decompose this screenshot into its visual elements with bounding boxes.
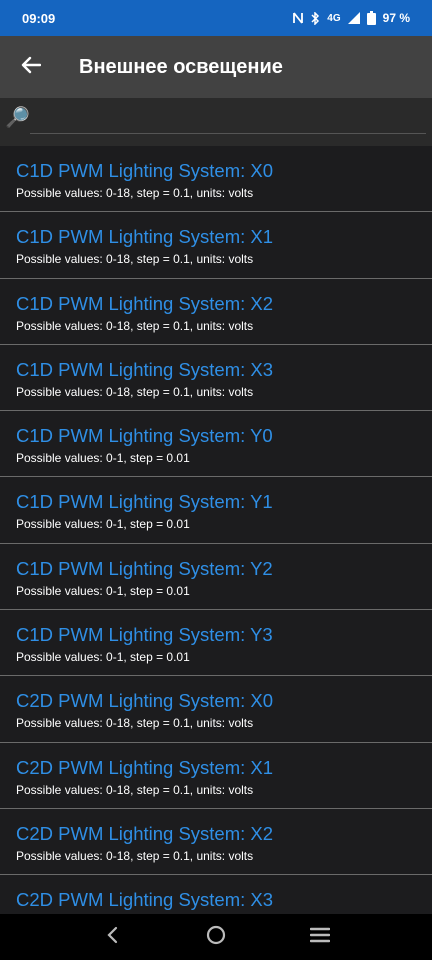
- list-item-title: C1D PWM Lighting System: X0: [16, 160, 274, 181]
- list-item-subtitle: Possible values: 0-18, step = 0.1, units…: [16, 848, 254, 863]
- list-item-subtitle: Possible values: 0-1, step = 0.01: [16, 650, 190, 665]
- list-item-subtitle: Possible values: 0-1, step = 0.01: [16, 583, 190, 598]
- battery-icon: [366, 11, 376, 25]
- battery-percent: 97 %: [382, 11, 410, 25]
- list-item-subtitle: Possible values: 0-18, step = 0.1, units…: [16, 318, 254, 333]
- chevron-left-icon: [106, 926, 118, 949]
- list-item-subtitle: Possible values: 0-1, step = 0.01: [16, 451, 190, 466]
- list-item-title: C1D PWM Lighting System: Y1: [16, 491, 273, 513]
- list-item-title: C1D PWM Lighting System: X1: [16, 226, 274, 248]
- status-icons: 4G 97 %: [293, 11, 410, 25]
- list-item-subtitle: Possible values: 0-18, step = 0.1, units…: [16, 716, 254, 731]
- signal-icon: [347, 12, 360, 24]
- navigation-bar: [0, 914, 432, 960]
- list-item[interactable]: C1D PWM Lighting System: X2 Possible valu…: [0, 279, 432, 345]
- list-item-subtitle: Possible values: 0-18, step = 0.1, units…: [16, 384, 254, 399]
- list-item-title: C2D PWM Lighting System: X2: [16, 822, 274, 844]
- network-type: 4G: [327, 12, 341, 24]
- magnifier-icon: 🔎: [5, 107, 30, 129]
- list-item-title: C2D PWM Lighting System: X1: [16, 756, 274, 778]
- list-item[interactable]: C1D PWM Lighting System: Y2 Possible valu…: [0, 544, 432, 611]
- nav-home-button[interactable]: [201, 922, 231, 952]
- list-item[interactable]: C2D PWM Lighting System: X1 Possible valu…: [0, 743, 432, 809]
- back-button[interactable]: [18, 54, 44, 80]
- list-item[interactable]: C1D PWM Lighting System: Y1 Possible valu…: [0, 477, 432, 544]
- app-bar: Внешнее освещение: [0, 36, 432, 98]
- list-item-title: C2D PWM Lighting System: X3: [16, 889, 274, 911]
- list-item[interactable]: C1D PWM Lighting System: X0 Possible valu…: [0, 146, 432, 213]
- menu-lines-icon: [309, 927, 331, 948]
- list-item[interactable]: C1D PWM Lighting System: X1 Possible valu…: [0, 212, 432, 279]
- nfc-icon: [293, 12, 304, 24]
- list-item[interactable]: C1D PWM Lighting System: Y0 Possible valu…: [0, 411, 432, 478]
- list-item-subtitle: Possible values: 0-18, step = 0.1, units…: [16, 186, 254, 200]
- list-item[interactable]: C1D PWM Lighting System: X3 Possible valu…: [0, 345, 432, 412]
- circle-home-icon: [206, 925, 226, 950]
- nav-back-button[interactable]: [97, 922, 127, 952]
- list-item[interactable]: C2D PWM Lighting System: X2 Possible valu…: [0, 809, 432, 876]
- list-item-subtitle: Possible values: 0-18, step = 0.1, units…: [16, 782, 254, 797]
- bluetooth-icon: [310, 11, 320, 25]
- list-item-title: C1D PWM Lighting System: Y3: [16, 624, 273, 646]
- list-item-title: C2D PWM Lighting System: X0: [16, 690, 274, 712]
- page-title: Внешнее освещение: [79, 55, 283, 78]
- list-item-title: C1D PWM Lighting System: Y2: [16, 557, 273, 579]
- status-bar: 09:09 4G 97 %: [0, 0, 432, 36]
- search-bar: 🔎: [0, 98, 432, 146]
- status-time: 09:09: [22, 10, 56, 26]
- list-item[interactable]: C1D PWM Lighting System: Y3 Possible valu…: [0, 610, 432, 677]
- list-item[interactable]: C2D PWM Lighting System: X0 Possible valu…: [0, 676, 432, 743]
- list-item-title: C1D PWM Lighting System: X2: [16, 292, 274, 314]
- settings-list: C1D PWM Lighting System: X0 Possible valu…: [0, 146, 432, 942]
- nav-recents-button[interactable]: [305, 922, 335, 952]
- list-item-title: C1D PWM Lighting System: X3: [16, 358, 274, 380]
- arrow-left-icon: [21, 56, 42, 79]
- list-item-title: C1D PWM Lighting System: Y0: [16, 425, 273, 447]
- list-item-subtitle: Possible values: 0-1, step = 0.01: [16, 517, 190, 532]
- list-item-subtitle: Possible values: 0-18, step = 0.1, units…: [16, 252, 254, 267]
- search-input[interactable]: [30, 110, 426, 134]
